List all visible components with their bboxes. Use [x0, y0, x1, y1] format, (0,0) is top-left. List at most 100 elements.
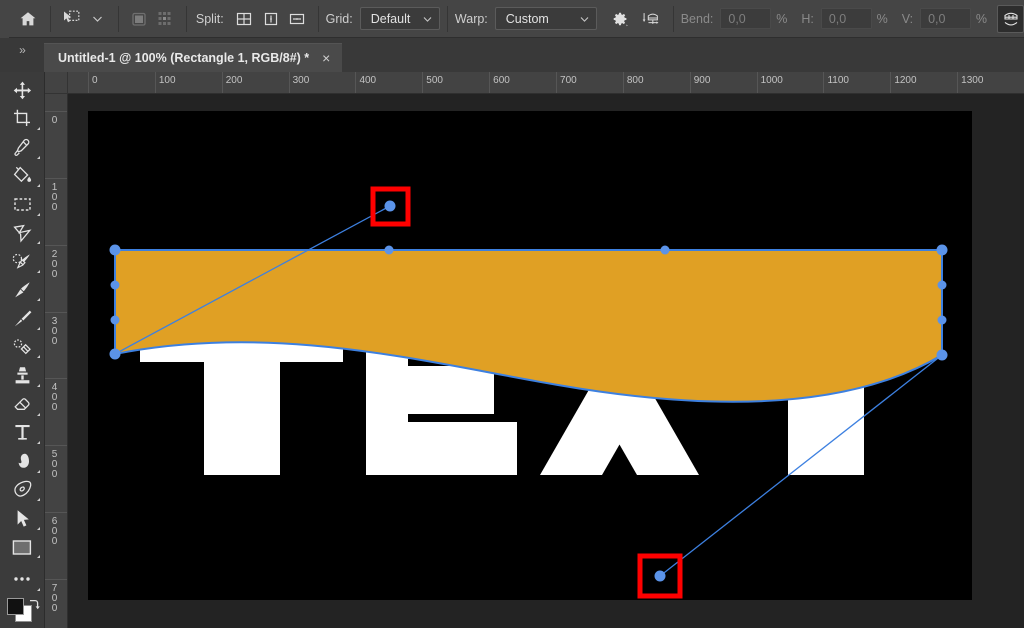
photoshop-window: Split: Grid: Default Warp: Custom Bend: …: [0, 0, 1024, 628]
h-value: 0,0: [828, 11, 847, 26]
ruler-label: 200: [225, 75, 243, 86]
gear-icon[interactable]: [605, 6, 635, 32]
flyout-triangle: [37, 587, 40, 591]
canvas-artwork: [88, 111, 972, 600]
options-bar-grip[interactable]: [0, 0, 9, 38]
clone-stamp-tool[interactable]: [1, 361, 43, 390]
flyout-triangle: [37, 384, 40, 388]
bend-input[interactable]: 0,0: [720, 8, 772, 29]
marquee-tool[interactable]: [1, 190, 43, 219]
warp-select-value: Custom: [505, 11, 549, 26]
flyout-triangle: [37, 298, 40, 302]
v-unit: %: [975, 11, 988, 26]
flyout-triangle: [37, 269, 40, 273]
chevron-down-icon: [580, 16, 589, 22]
more-tools[interactable]: [1, 565, 43, 594]
flyout-triangle: [37, 355, 40, 359]
ruler-label: 1200: [894, 75, 917, 86]
h-label: H:: [801, 11, 814, 26]
eyedropper-tool[interactable]: [1, 133, 43, 162]
ruler-label: 1300: [961, 75, 984, 86]
filled-square-icon[interactable]: [126, 6, 153, 32]
foreground-color-swatch[interactable]: [7, 597, 24, 615]
ruler-tick: [689, 72, 691, 93]
pencil-tool[interactable]: [1, 304, 43, 333]
rectangle-shape-tool[interactable]: [1, 533, 43, 562]
warp-commit-icon[interactable]: [997, 4, 1024, 33]
color-swatches[interactable]: [1, 596, 43, 628]
ruler-label: 0: [51, 115, 58, 126]
warp-orientation-icon[interactable]: [636, 6, 666, 32]
vertical-ruler[interactable]: 0100200300400500600700800: [45, 94, 68, 628]
ruler-tick: [221, 72, 223, 93]
document-tab[interactable]: Untitled-1 @ 100% (Rectangle 1, RGB/8#) …: [44, 43, 343, 72]
split-horizontal-icon[interactable]: [284, 6, 311, 32]
type-tool[interactable]: [1, 419, 43, 448]
ruler-tick: [88, 72, 89, 93]
close-icon[interactable]: ×: [320, 51, 332, 65]
ruler-tick: [45, 378, 67, 380]
ruler-tick: [489, 72, 491, 93]
chevron-double-right-icon[interactable]: »: [0, 38, 44, 72]
swap-arrows-icon[interactable]: [27, 598, 41, 612]
pen-tool[interactable]: [1, 476, 43, 505]
healing-brush-tool[interactable]: [1, 247, 43, 276]
horizontal-ruler[interactable]: 0 100 200 300 400 500 600 700 800 900 1000 1100 1200…: [68, 72, 1024, 94]
flyout-triangle: [37, 498, 40, 502]
brush-tool[interactable]: [1, 276, 43, 305]
bend-unit: %: [776, 11, 788, 26]
ruler-label: 100: [51, 181, 58, 213]
eraser-dashed-tool[interactable]: [1, 333, 43, 362]
divider: [317, 5, 319, 32]
ruler-label: 200: [51, 248, 58, 280]
ruler-corner[interactable]: [45, 72, 68, 94]
h-unit: %: [876, 11, 888, 26]
options-bar: Split: Grid: Default Warp: Custom Bend: …: [0, 0, 1024, 38]
document-canvas-area[interactable]: [68, 94, 1024, 628]
ruler-label: 1000: [760, 75, 783, 86]
ruler-tick: [890, 72, 892, 93]
crop-tool[interactable]: [1, 105, 43, 134]
paint-bucket-tool[interactable]: [1, 162, 43, 191]
ruler-label: 800: [626, 75, 644, 86]
ruler-label: 0: [92, 75, 98, 86]
ruler-label: 500: [51, 449, 58, 481]
split-quad-icon[interactable]: [231, 6, 258, 32]
home-icon[interactable]: [13, 6, 43, 32]
chevron-down-icon[interactable]: [85, 6, 111, 32]
ruler-tick: [45, 512, 67, 514]
divider: [447, 5, 448, 32]
flyout-triangle: [37, 412, 40, 416]
flyout-triangle: [37, 241, 40, 245]
divider: [117, 5, 119, 32]
document-tab-strip: » Untitled-1 @ 100% (Rectangle 1, RGB/8#…: [0, 38, 1024, 72]
smudge-tool[interactable]: [1, 447, 43, 476]
ruler-label: 700: [51, 583, 58, 615]
ruler-tick: [756, 72, 758, 93]
grid-select-value: Default: [370, 11, 411, 26]
split-vertical-icon[interactable]: [257, 6, 284, 32]
pattern-grid-icon: [152, 6, 179, 32]
path-selection-tool[interactable]: [1, 504, 43, 533]
flyout-triangle: [37, 127, 40, 131]
v-value: 0,0: [928, 11, 946, 26]
ruler-tick: [288, 72, 290, 93]
ruler-tick: [823, 72, 825, 93]
v-input[interactable]: 0,0: [920, 8, 971, 29]
path-selection-icon[interactable]: [58, 6, 85, 32]
divider: [185, 5, 187, 32]
warp-label: Warp:: [454, 11, 488, 26]
eraser-tool[interactable]: [1, 390, 43, 419]
ruler-label: 300: [51, 315, 58, 347]
canvas[interactable]: [88, 111, 972, 600]
grid-select[interactable]: Default: [359, 7, 441, 30]
warp-select[interactable]: Custom: [494, 7, 598, 30]
divider: [50, 5, 52, 32]
ruler-tick: [154, 72, 156, 93]
flyout-triangle: [37, 155, 40, 159]
ruler-label: 900: [693, 75, 711, 86]
lasso-tool[interactable]: [1, 219, 43, 248]
h-input[interactable]: 0,0: [820, 8, 872, 29]
move-tool[interactable]: [1, 76, 43, 105]
flyout-triangle: [37, 555, 40, 559]
